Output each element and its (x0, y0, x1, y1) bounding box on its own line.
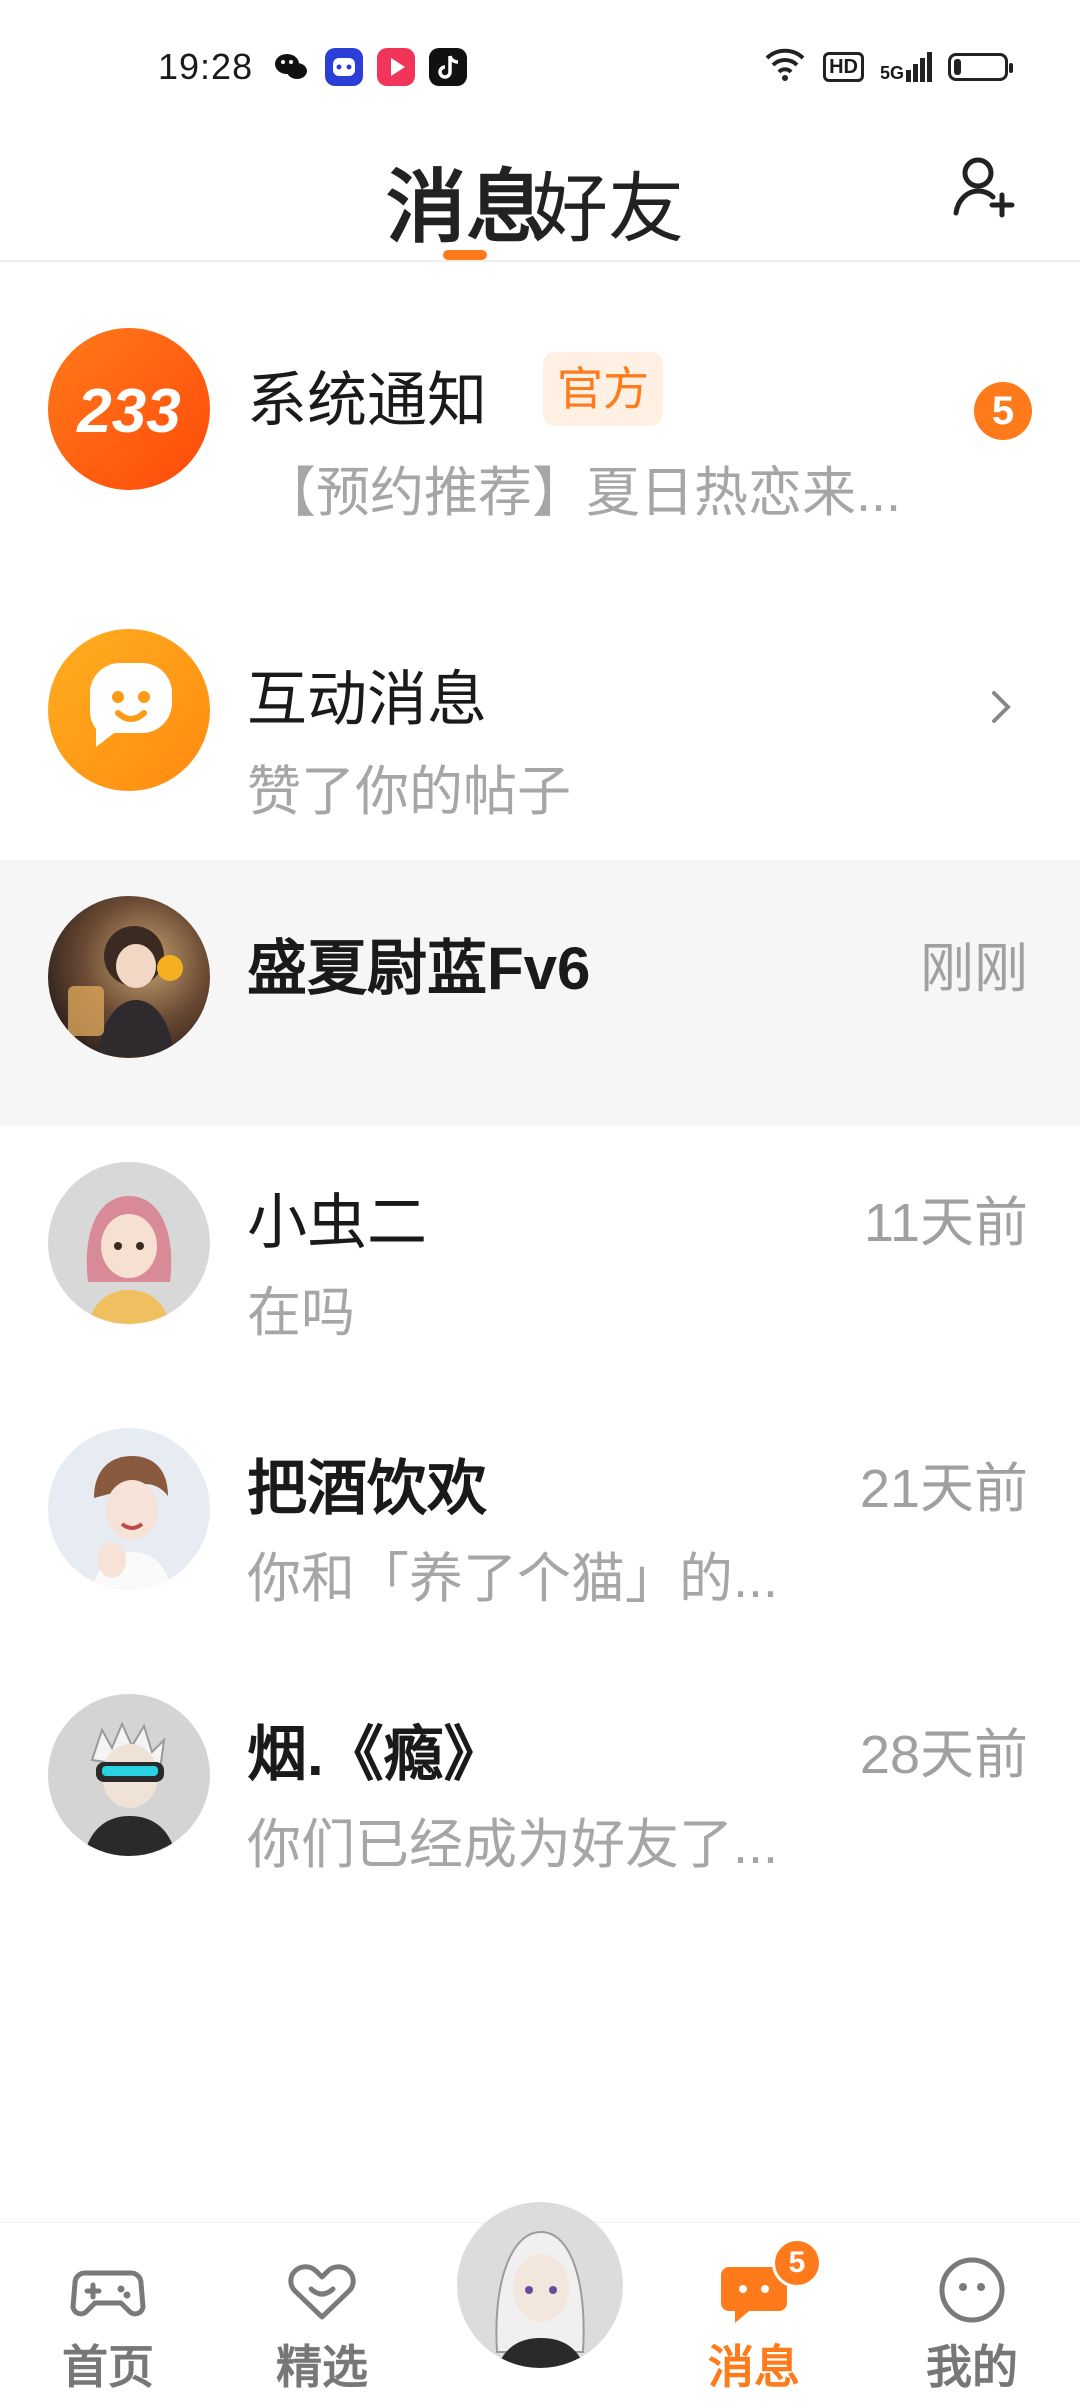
list-item-preview: 在吗 (247, 1283, 355, 1343)
status-bar: 19:28 HD 5G (0, 0, 1080, 135)
avatar (48, 1694, 210, 1856)
system-avatar: 233 (48, 328, 210, 490)
active-tab-indicator (443, 250, 487, 260)
list-item-system-notice[interactable]: 233 系统通知 官方 【预约推荐】夏日热恋来... 5 (0, 300, 1080, 566)
list-item-preview: 【预约推荐】夏日热恋来... (262, 463, 902, 523)
nav-label: 消息 (708, 2341, 800, 2393)
nav-featured[interactable]: 精选 (252, 2251, 392, 2397)
list-item-chat[interactable]: 盛夏尉蓝Fv6 刚刚 (0, 860, 1080, 1126)
add-user-icon[interactable] (950, 151, 1020, 221)
list-item-preview: 赞了你的帖子 (247, 762, 571, 822)
list-item-chat[interactable]: 小虫二 在吗 11天前 (0, 1126, 1080, 1392)
list-item-interactions[interactable]: 互动消息 赞了你的帖子 (0, 595, 1080, 861)
list-item-title: 盛夏尉蓝Fv6 (247, 935, 591, 1002)
network-type: 5G (879, 62, 904, 83)
video-icon (377, 48, 415, 86)
avatar (48, 1428, 210, 1590)
list-item-time: 21天前 (859, 1459, 1028, 1519)
heart-icon (288, 2264, 356, 2320)
nav-home[interactable]: 首页 (38, 2251, 178, 2397)
list-item-preview: 你和「养了个猫」的... (247, 1549, 779, 1609)
status-time: 19:28 (158, 46, 254, 87)
header: 消息 好友 (0, 135, 1080, 262)
list-item-title: 互动消息 (247, 666, 487, 733)
avatar (495, 2230, 585, 2368)
nav-label: 精选 (276, 2341, 368, 2393)
face-icon (939, 2257, 1005, 2323)
tiktok-icon (429, 48, 467, 86)
avatar (48, 896, 210, 1058)
tab-friends[interactable]: 好友 (532, 147, 684, 257)
list-item-time: 11天前 (863, 1193, 1028, 1253)
nav-label: 我的 (926, 2341, 1018, 2393)
wifi-icon (763, 46, 807, 87)
list-item-time: 28天前 (859, 1725, 1028, 1785)
avatar (48, 1162, 210, 1324)
chat-smile-icon (90, 662, 172, 747)
list-item-time: 刚刚 (920, 939, 1028, 999)
list-item-title: 系统通知 (247, 367, 487, 434)
nav-avatar-button[interactable] (457, 2202, 623, 2368)
list-item-title: 把酒饮欢 (247, 1455, 487, 1522)
assistant-icon (325, 48, 363, 86)
wechat-icon (272, 48, 310, 86)
gamepad-icon (70, 2270, 146, 2317)
nav-profile[interactable]: 我的 (902, 2251, 1042, 2397)
tab-messages[interactable]: 消息 (386, 143, 546, 259)
hd-indicator: HD (823, 51, 864, 82)
battery-icon (948, 52, 1013, 81)
list-item-chat[interactable]: 把酒饮欢 你和「养了个猫」的... 21天前 (0, 1392, 1080, 1658)
official-badge: 官方 (543, 352, 663, 426)
nav-unread-badge: 5 (772, 2238, 822, 2288)
unread-badge: 5 (974, 382, 1032, 440)
interaction-avatar (48, 629, 210, 791)
list-item-preview: 你们已经成为好友了... (247, 1815, 779, 1875)
list-item-title: 小虫二 (247, 1189, 427, 1256)
avatar-logo-text: 233 (77, 377, 181, 446)
chevron-right-icon (980, 687, 1020, 727)
signal-icon: 5G (879, 51, 932, 83)
list-item-title: 烟.《瘾》 (247, 1721, 504, 1788)
list-item-chat[interactable]: 烟.《瘾》 你们已经成为好友了... 28天前 (0, 1658, 1080, 1924)
nav-label: 首页 (62, 2341, 154, 2393)
